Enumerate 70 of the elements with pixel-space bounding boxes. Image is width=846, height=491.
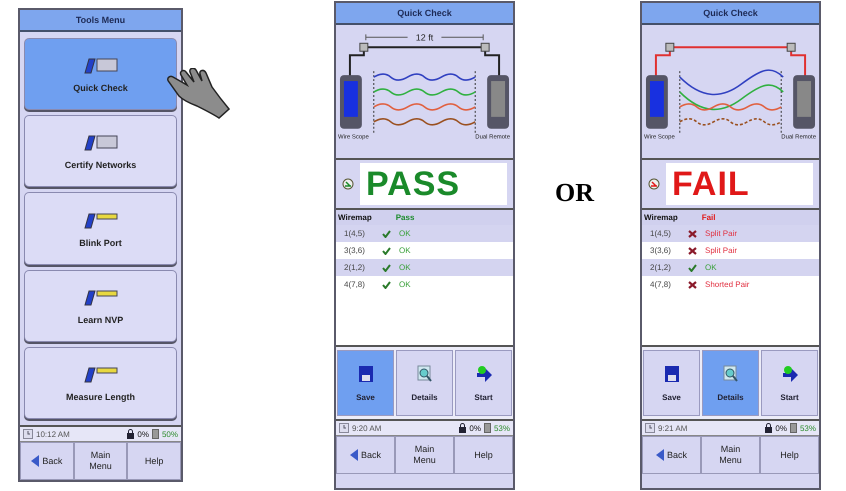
pair-status: OK — [399, 246, 411, 255]
or-label: OR — [555, 178, 594, 207]
back-arrow-icon — [656, 449, 664, 461]
main-menu-button[interactable]: Main Menu — [701, 436, 760, 474]
battery-icon — [484, 423, 491, 433]
pair-label: 2(1,2) — [344, 263, 366, 272]
pair-label: 2(1,2) — [650, 263, 672, 272]
lock-icon — [459, 423, 466, 433]
start-button[interactable]: Start — [761, 350, 818, 416]
save-button[interactable]: Save — [337, 350, 394, 416]
pair-status: OK — [705, 263, 717, 272]
screen-title: Tools Menu — [20, 10, 181, 32]
back-arrow-icon — [31, 455, 40, 467]
lock-icon — [765, 423, 772, 433]
start-arrow-icon — [474, 364, 492, 382]
details-button[interactable]: Details — [396, 350, 453, 416]
result-text: PASS — [360, 163, 507, 205]
menu-item[interactable]: Blink Port — [24, 192, 177, 265]
back-button[interactable]: Back — [642, 436, 701, 474]
pair-status: Shorted Pair — [705, 280, 750, 289]
start-button[interactable]: Start — [455, 350, 512, 416]
column-header: Wiremap — [644, 213, 678, 222]
pair-status: OK — [399, 263, 411, 272]
menu-item[interactable]: Measure Length — [24, 346, 177, 420]
menu-item[interactable]: Learn NVP — [24, 270, 177, 342]
back-button[interactable]: Back — [336, 436, 395, 474]
start-arrow-icon — [780, 364, 798, 382]
battery-reading: 53% — [800, 424, 816, 432]
fail-status-icon — [648, 178, 660, 190]
clock-time: 9:21 AM — [658, 424, 688, 432]
menu-item[interactable]: Certify Networks — [24, 115, 177, 188]
main-menu-button[interactable]: Main Menu — [74, 442, 128, 480]
clock-time: 9:20 AM — [352, 424, 382, 432]
pair-status: Split Pair — [705, 246, 738, 255]
pair-label: 4(7,8) — [650, 280, 672, 289]
help-button[interactable]: Help — [760, 436, 819, 474]
pair-label: 1(4,5) — [344, 229, 366, 238]
battery-reading: 50% — [162, 430, 178, 438]
pair-status: OK — [399, 229, 411, 238]
pair-status: OK — [399, 280, 411, 289]
pass-status-icon — [342, 178, 354, 190]
remote-reading: 0% — [137, 430, 149, 438]
magnifier-icon — [722, 364, 738, 382]
help-button[interactable]: Help — [127, 442, 182, 480]
back-arrow-icon — [350, 449, 358, 461]
main-menu-button[interactable]: Main Menu — [395, 436, 454, 474]
screen-title: Quick Check — [336, 3, 513, 25]
remote-reading: 0% — [469, 424, 481, 432]
lock-icon — [127, 429, 134, 439]
battery-reading: 53% — [494, 424, 510, 432]
menu-item[interactable]: Quick Check — [24, 38, 177, 110]
help-button[interactable]: Help — [454, 436, 513, 474]
column-header: Wiremap — [338, 213, 372, 222]
battery-icon — [790, 423, 797, 433]
save-button[interactable]: Save — [643, 350, 700, 416]
pair-label: 3(3,6) — [650, 246, 672, 255]
clock-time: 10:12 AM — [36, 430, 71, 438]
pair-label: 1(4,5) — [650, 229, 672, 238]
back-button[interactable]: Back — [20, 442, 74, 480]
details-button[interactable]: Details — [702, 350, 759, 416]
magnifier-icon — [416, 364, 432, 382]
wiremap-status: Pass — [396, 213, 414, 222]
pair-label: 4(7,8) — [344, 280, 366, 289]
remote-reading: 0% — [775, 424, 787, 432]
pair-status: Split Pair — [705, 229, 738, 238]
screen-title: Quick Check — [642, 3, 819, 25]
wiremap-status: Fail — [702, 213, 716, 222]
result-text: FAIL — [666, 163, 813, 205]
battery-icon — [152, 429, 159, 439]
pair-label: 3(3,6) — [344, 246, 366, 255]
